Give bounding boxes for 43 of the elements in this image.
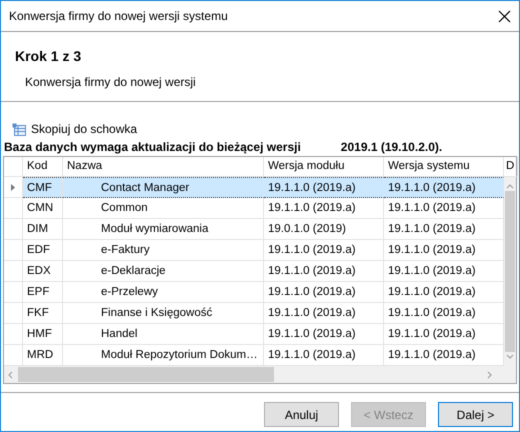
close-icon[interactable] (498, 10, 511, 22)
grid-corner (4, 157, 23, 177)
copy-link[interactable]: Skopiuj do schowka (12, 120, 519, 138)
version-text: 2019.1 (19.10.2.0). (340, 140, 442, 154)
dialog-button[interactable]: Dalej > (438, 402, 513, 427)
table-cell: e-Deklaracje (63, 261, 264, 282)
table-cell: 19.1.1.0 (2019.a) (264, 177, 384, 198)
table-cell: 19.1.1.0 (2019.a) (264, 282, 384, 303)
table-cell: Handel (63, 324, 264, 345)
scrollbar-thumb[interactable] (18, 367, 274, 382)
table-cell: e-Przelewy (63, 282, 264, 303)
table-cell: Finanse i Księgowość (63, 303, 264, 324)
table-cell: Contact Manager (63, 177, 264, 198)
table-cell: Moduł wymiarowania (63, 219, 264, 240)
table-cell: FKF (23, 303, 63, 324)
message-text: Baza danych wymaga aktualizacji do bieżącej wersji (4, 140, 301, 154)
table-icon (12, 122, 26, 136)
table-cell: CMF (23, 177, 63, 198)
vertical-scrollbar[interactable] (504, 177, 516, 366)
table-cell: 19.1.1.0 (2019.a) (264, 303, 384, 324)
table-cell: 19.1.1.0 (2019.a) (384, 177, 504, 198)
table-cell: 19.0.1.0 (2019) (264, 219, 384, 240)
table-cell: DIM (23, 219, 63, 240)
table-cell: EDX (23, 261, 63, 282)
table-cell: e-Faktury (63, 240, 264, 261)
table-cell: Common (63, 198, 264, 219)
table-cell: HMF (23, 324, 63, 345)
table-cell: EDF (23, 240, 63, 261)
horizontal-scrollbar[interactable] (4, 366, 516, 383)
dialog-button[interactable]: Anuluj (264, 402, 339, 427)
scroll-up-icon[interactable] (506, 183, 514, 189)
table-cell: 19.1.1.0 (2019.a) (264, 324, 384, 345)
step-subtitle: Konwersja firmy do nowej wersji (25, 74, 197, 91)
table-cell: EPF (23, 282, 63, 303)
row-pointer-icon (11, 184, 15, 190)
window-title: Konwersja firmy do nowej wersji systemu (9, 8, 228, 25)
step-title: Krok 1 z 3 (15, 47, 82, 66)
scroll-down-icon[interactable] (506, 354, 514, 360)
scrollbar-thumb[interactable] (505, 191, 515, 352)
table-cell: 19.1.1.0 (2019.a) (264, 240, 384, 261)
table-cell: CMN (23, 198, 63, 219)
table-cell: 19.1.1.0 (2019.a) (264, 261, 384, 282)
table-cell: 19.1.1.0 (2019.a) (264, 198, 384, 219)
